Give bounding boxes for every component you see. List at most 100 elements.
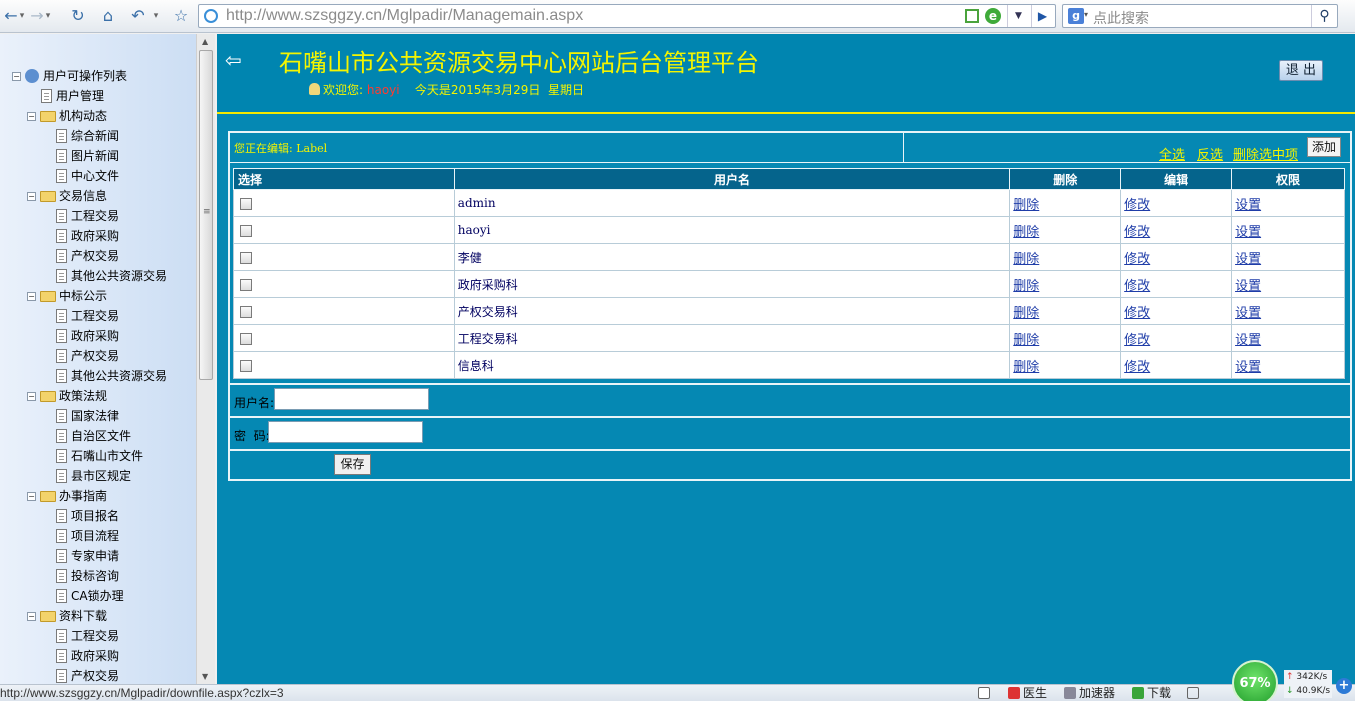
favorite-star-icon[interactable]: ☆ [170,5,192,27]
collapse-icon[interactable]: − [27,112,36,121]
row-checkbox[interactable] [240,305,252,318]
tree-item[interactable]: 工程交易 [8,626,198,646]
tree-root[interactable]: − 用户可操作列表 [8,66,198,86]
search-icon[interactable]: ⚲ [1311,5,1337,27]
tree-item-user-management[interactable]: 用户管理 [8,86,198,106]
address-url[interactable]: http://www.szsggzy.cn/Mglpadir/Managemai… [226,7,583,25]
row-checkbox[interactable] [240,251,252,264]
collapse-icon[interactable]: − [27,292,36,301]
status-pane-icon[interactable] [1187,686,1202,701]
scroll-up-icon[interactable]: ▲ [202,37,208,46]
tree-item[interactable]: 政府采购 [8,226,198,246]
tree-item[interactable]: 综合新闻 [8,126,198,146]
select-all-link[interactable]: 全选 [1159,144,1185,163]
row-checkbox[interactable] [240,332,252,345]
collapse-icon[interactable]: − [27,392,36,401]
forward-dropdown-icon[interactable]: ▾ [44,5,52,27]
tree-scrollbar[interactable]: ▲ ≡ ▼ [196,34,215,684]
tree-item[interactable]: 县市区规定 [8,466,198,486]
search-box[interactable]: g ▾ 点此搜索 ⚲ [1062,4,1338,28]
edit-link[interactable]: 修改 [1124,306,1150,321]
cpu-gauge[interactable]: 67% [1232,660,1278,701]
tree-item[interactable]: 中心文件 [8,166,198,186]
address-dropdown-icon[interactable]: ▼ [1007,5,1029,27]
delete-link[interactable]: 删除 [1013,225,1039,240]
undo-dropdown-icon[interactable]: ▾ [152,5,160,27]
row-checkbox[interactable] [240,359,252,372]
delete-link[interactable]: 删除 [1013,360,1039,375]
scroll-down-icon[interactable]: ▼ [202,672,208,681]
logout-button[interactable]: 退 出 [1279,60,1323,81]
tree-item[interactable]: 政府采购 [8,326,198,346]
password-input[interactable] [268,421,423,443]
refresh-icon[interactable]: ↻ [68,5,88,27]
save-button[interactable]: 保存 [334,454,371,475]
row-checkbox[interactable] [240,278,252,291]
tree-item[interactable]: 项目报名 [8,506,198,526]
collapse-icon[interactable]: − [12,72,21,81]
permission-link[interactable]: 设置 [1235,198,1261,213]
collapse-icon[interactable]: − [27,612,36,621]
tree-item[interactable]: 其他公共资源交易 [8,366,198,386]
permission-link[interactable]: 设置 [1235,225,1261,240]
delete-link[interactable]: 删除 [1013,252,1039,267]
address-bar[interactable]: http://www.szsggzy.cn/Mglpadir/Managemai… [198,4,1056,28]
permission-link[interactable]: 设置 [1235,252,1261,267]
row-checkbox[interactable] [240,197,252,210]
edit-link[interactable]: 修改 [1124,360,1150,375]
tree-group[interactable]: − 办事指南 [8,486,198,506]
tree-group[interactable]: − 机构动态 [8,106,198,126]
tree-item[interactable]: 石嘴山市文件 [8,446,198,466]
edit-link[interactable]: 修改 [1124,279,1150,294]
status-doctor[interactable]: 医生 [1008,686,1047,701]
search-input[interactable]: 点此搜索 [1093,8,1149,28]
tree-item[interactable]: 项目流程 [8,526,198,546]
status-window-icon[interactable] [978,686,993,701]
add-button[interactable]: 添加 [1307,137,1341,157]
status-accelerator[interactable]: 加速器 [1064,686,1115,701]
tree-item[interactable]: 政府采购 [8,646,198,666]
tree-item[interactable]: 专家申请 [8,546,198,566]
edit-link[interactable]: 修改 [1124,333,1150,348]
back-dropdown-icon[interactable]: ▾ [18,5,26,27]
delete-selected-link[interactable]: 删除选中项 [1233,144,1298,163]
search-engine-dropdown-icon[interactable]: ▾ [1084,10,1088,19]
collapse-icon[interactable]: − [27,192,36,201]
tree-group[interactable]: − 资料下载 [8,606,198,626]
tree-item[interactable]: 工程交易 [8,206,198,226]
delete-link[interactable]: 删除 [1013,279,1039,294]
invert-selection-link[interactable]: 反选 [1197,144,1223,163]
edit-link[interactable]: 修改 [1124,252,1150,267]
delete-link[interactable]: 删除 [1013,306,1039,321]
tree-item[interactable]: CA锁办理 [8,586,198,606]
go-icon[interactable]: ▶ [1031,5,1053,27]
compat-mode-icon[interactable]: e [985,8,1001,24]
permission-link[interactable]: 设置 [1235,360,1261,375]
status-download[interactable]: 下载 [1132,686,1171,701]
back-arrow-icon[interactable]: ⇦ [225,48,242,72]
tree-group[interactable]: − 中标公示 [8,286,198,306]
username-input[interactable] [274,388,429,410]
qr-code-icon[interactable] [965,9,979,23]
search-engine-icon[interactable]: g [1068,8,1084,24]
tree-item[interactable]: 投标咨询 [8,566,198,586]
permission-link[interactable]: 设置 [1235,279,1261,294]
permission-link[interactable]: 设置 [1235,306,1261,321]
tree-item[interactable]: 产权交易 [8,346,198,366]
scroll-thumb[interactable]: ≡ [199,50,213,380]
tree-item[interactable]: 其他公共资源交易 [8,266,198,286]
permission-link[interactable]: 设置 [1235,333,1261,348]
edit-link[interactable]: 修改 [1124,225,1150,240]
tree-group[interactable]: − 政策法规 [8,386,198,406]
home-icon[interactable]: ⌂ [98,5,118,27]
tree-item[interactable]: 自治区文件 [8,426,198,446]
row-checkbox[interactable] [240,224,252,237]
undo-icon[interactable]: ↶ [128,5,148,27]
tree-item[interactable]: 国家法律 [8,406,198,426]
collapse-icon[interactable]: − [27,492,36,501]
tree-item[interactable]: 产权交易 [8,666,198,684]
tree-item[interactable]: 产权交易 [8,246,198,266]
tree-item[interactable]: 图片新闻 [8,146,198,166]
delete-link[interactable]: 删除 [1013,333,1039,348]
edit-link[interactable]: 修改 [1124,198,1150,213]
